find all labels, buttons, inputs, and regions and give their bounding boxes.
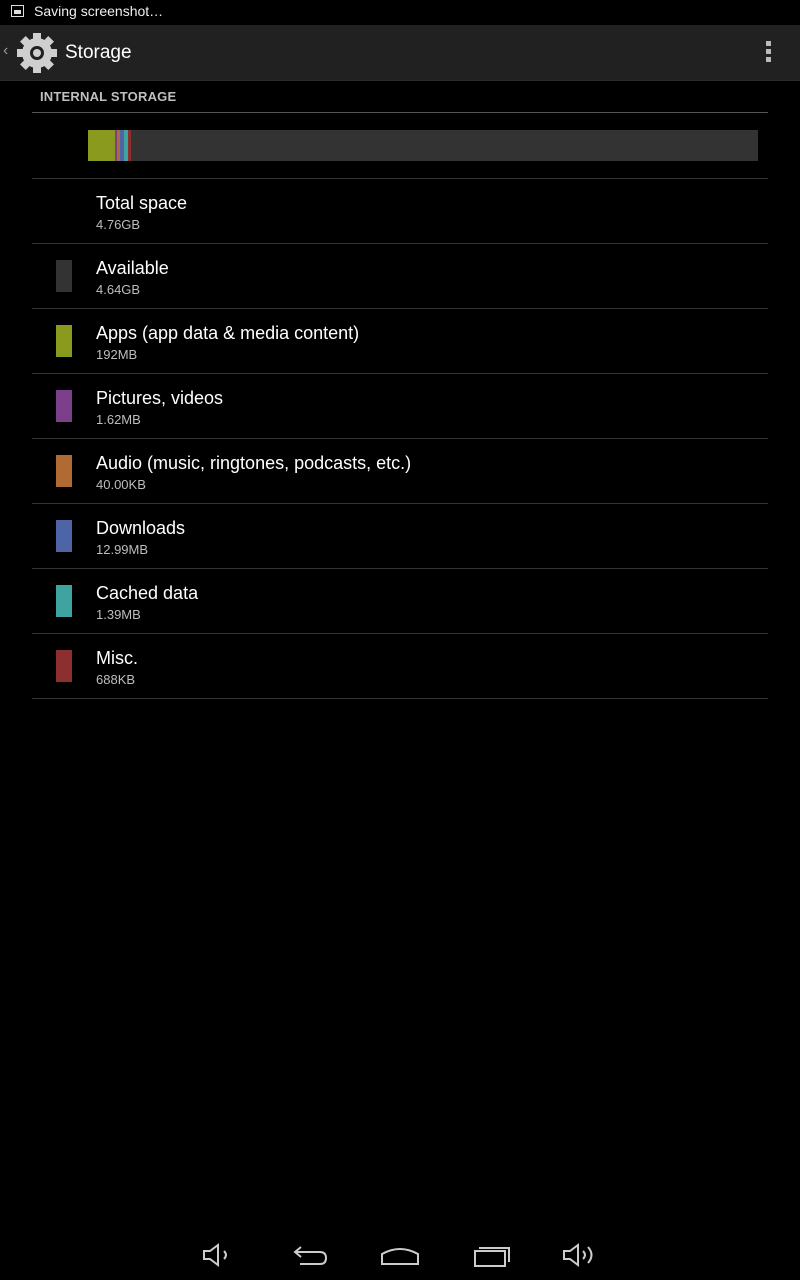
color-swatch — [56, 455, 72, 487]
row-title: Downloads — [96, 518, 186, 538]
color-swatch — [56, 325, 72, 357]
usage-segment-misc — [128, 130, 131, 161]
section-header: INTERNAL STORAGE — [32, 88, 768, 113]
color-swatch — [56, 585, 72, 617]
action-bar: ‹ Storage — [0, 25, 800, 81]
volume-up-icon[interactable] — [560, 1240, 600, 1270]
row-value: 12.99MB — [96, 542, 149, 557]
settings-gear-icon[interactable] — [14, 30, 60, 76]
back-icon[interactable] — [290, 1240, 330, 1270]
storage-row[interactable]: Pictures, videos 1.62MB — [32, 374, 768, 439]
row-value: 4.76GB — [96, 217, 141, 232]
status-text: Saving screenshot… — [34, 3, 164, 19]
color-swatch — [56, 260, 72, 292]
row-title: Cached data — [96, 583, 199, 603]
volume-down-icon[interactable] — [198, 1240, 238, 1270]
navigation-bar — [0, 1230, 800, 1280]
color-swatch — [56, 520, 72, 552]
row-value: 688KB — [96, 672, 136, 687]
storage-row[interactable]: Cached data 1.39MB — [32, 569, 768, 634]
row-value: 4.64GB — [96, 282, 141, 297]
row-value: 40.00KB — [96, 477, 146, 492]
row-value: 1.39MB — [96, 607, 141, 622]
storage-usage-bar — [88, 130, 758, 161]
storage-row[interactable]: Available 4.64GB — [32, 244, 768, 309]
status-bar: Saving screenshot… — [0, 0, 800, 25]
row-value: 1.62MB — [96, 412, 141, 427]
recents-icon[interactable] — [471, 1240, 511, 1270]
storage-row[interactable]: Apps (app data & media content) 192MB — [32, 309, 768, 374]
row-title: Pictures, videos — [96, 388, 224, 408]
page-title: Storage — [65, 42, 132, 63]
row-title: Misc. — [96, 648, 138, 668]
color-swatch — [56, 390, 72, 422]
row-value: 192MB — [96, 347, 138, 362]
storage-row[interactable]: Audio (music, ringtones, podcasts, etc.)… — [32, 439, 768, 504]
section-header-label: INTERNAL STORAGE — [40, 89, 177, 104]
row-title: Available — [96, 258, 169, 278]
row-title: Audio (music, ringtones, podcasts, etc.) — [96, 453, 412, 473]
home-icon[interactable] — [380, 1240, 420, 1270]
screenshot-icon — [11, 5, 24, 17]
overflow-menu-icon[interactable] — [760, 41, 776, 65]
color-swatch — [56, 650, 72, 682]
storage-row[interactable]: Misc. 688KB — [32, 634, 768, 699]
storage-row[interactable]: Downloads 12.99MB — [32, 504, 768, 569]
storage-row[interactable]: Total space 4.76GB — [32, 179, 768, 244]
row-title: Apps (app data & media content) — [96, 323, 360, 343]
row-title: Total space — [96, 193, 188, 213]
up-caret-icon[interactable]: ‹ — [3, 42, 8, 60]
usage-segment-apps — [88, 130, 115, 161]
